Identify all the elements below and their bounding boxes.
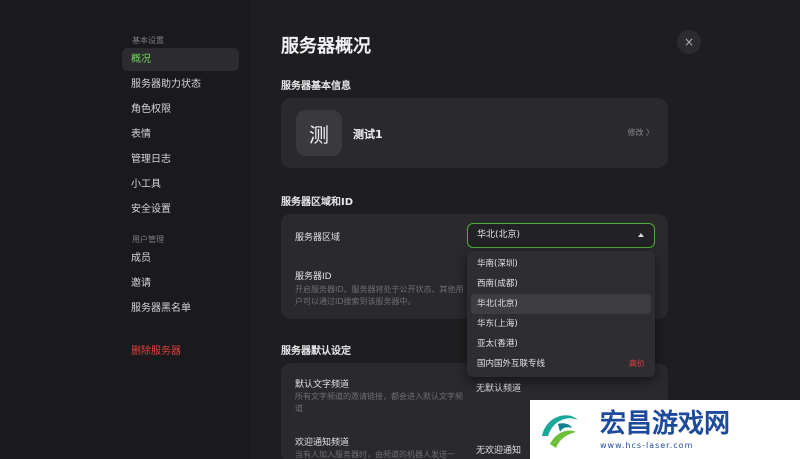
sidebar-item-invites[interactable]: 邀请: [122, 272, 239, 295]
welcome-channel-select[interactable]: 无欢迎通知: [476, 443, 521, 456]
default-channel-select[interactable]: 无默认频道: [476, 381, 521, 394]
watermark-url: www.hcs-laser.com: [600, 441, 694, 450]
default-channel-description: 所有文字频道的邀请链接，都会进入默认文字频道: [295, 392, 463, 413]
welcome-channel-label: 欢迎通知频道: [295, 438, 350, 448]
sidebar-danger-group: 删除服务器: [122, 340, 239, 365]
option-label: 西南(成都): [477, 279, 518, 289]
watermark-title: 宏昌游戏网: [600, 409, 731, 439]
server-avatar[interactable]: 测: [296, 110, 342, 156]
watermark-text: 宏昌游戏网 www.hcs-laser.com: [600, 409, 730, 450]
region-option-beijing[interactable]: 华北(北京): [471, 294, 651, 314]
server-id-description: 开启服务器ID、服务器将处于公开状态、其他用户可以通过ID搜索到该服务器中。: [295, 285, 464, 306]
sidebar-item-blacklist[interactable]: 服务器黑名单: [122, 297, 239, 320]
region-select-value: 华北(北京): [477, 230, 521, 240]
server-info-card: 测 测试1 修改 〉: [281, 98, 668, 168]
region-dropdown: 华南(深圳) 西南(成都) 华北(北京) 华东(上海) 亚太(香港) 国内国外互…: [467, 251, 655, 377]
page-title: 服务器概况: [281, 36, 371, 57]
section-title-basic-info: 服务器基本信息: [281, 81, 351, 92]
region-option-chengdu[interactable]: 西南(成都): [471, 274, 651, 294]
price-badge: 高价: [629, 359, 645, 368]
option-label: 华南(深圳): [477, 259, 518, 269]
region-option-hongkong[interactable]: 亚太(香港): [471, 334, 651, 354]
region-label: 服务器区域: [295, 233, 341, 243]
region-select[interactable]: 华北(北京): [467, 223, 655, 248]
settings-sidebar: 基本设置 概况 服务器助力状态 角色权限 表情 管理日志 小工具 安全设置 用户…: [0, 0, 250, 459]
sidebar-item-overview[interactable]: 概况: [122, 48, 239, 71]
welcome-channel-description: 当有人加入服务器时，由频道的机器人发送一: [295, 450, 455, 459]
server-name: 测试1: [353, 128, 383, 141]
edit-server-button[interactable]: 修改 〉: [627, 127, 654, 138]
option-label: 华东(上海): [477, 319, 518, 329]
sidebar-item-widgets[interactable]: 小工具: [122, 173, 239, 196]
section-title-defaults: 服务器默认设定: [281, 346, 351, 357]
close-icon[interactable]: ×: [677, 30, 701, 54]
default-channel-label: 默认文字频道: [295, 380, 350, 390]
sidebar-item-audit-log[interactable]: 管理日志: [122, 148, 239, 171]
region-option-shanghai[interactable]: 华东(上海): [471, 314, 651, 334]
option-label: 华北(北京): [477, 299, 518, 309]
sidebar-heading-basic: 基本设置: [132, 36, 164, 45]
sidebar-heading-users: 用户管理: [132, 235, 164, 244]
watermark-logo-icon: [542, 414, 578, 448]
option-label: 亚太(香港): [477, 339, 518, 349]
caret-up-icon: [638, 233, 644, 237]
sidebar-item-emoji[interactable]: 表情: [122, 123, 239, 146]
server-id-label: 服务器ID: [295, 272, 332, 282]
region-option-intl-line[interactable]: 国内国外互联专线 高价: [471, 354, 651, 374]
region-option-shenzhen[interactable]: 华南(深圳): [471, 254, 651, 274]
sidebar-item-boost-status[interactable]: 服务器助力状态: [122, 73, 239, 96]
sidebar-item-members[interactable]: 成员: [122, 247, 239, 270]
option-label: 国内国外互联专线: [477, 359, 546, 369]
sidebar-item-security[interactable]: 安全设置: [122, 198, 239, 221]
sidebar-item-roles[interactable]: 角色权限: [122, 98, 239, 121]
section-title-region: 服务器区域和ID: [281, 197, 354, 208]
watermark: 宏昌游戏网 www.hcs-laser.com: [530, 400, 800, 459]
sidebar-basic-group: 基本设置 概况 服务器助力状态 角色权限 表情 管理日志 小工具 安全设置: [122, 34, 239, 223]
sidebar-user-group: 用户管理 成员 邀请 服务器黑名单: [122, 233, 239, 322]
delete-server-button[interactable]: 删除服务器: [122, 340, 239, 363]
